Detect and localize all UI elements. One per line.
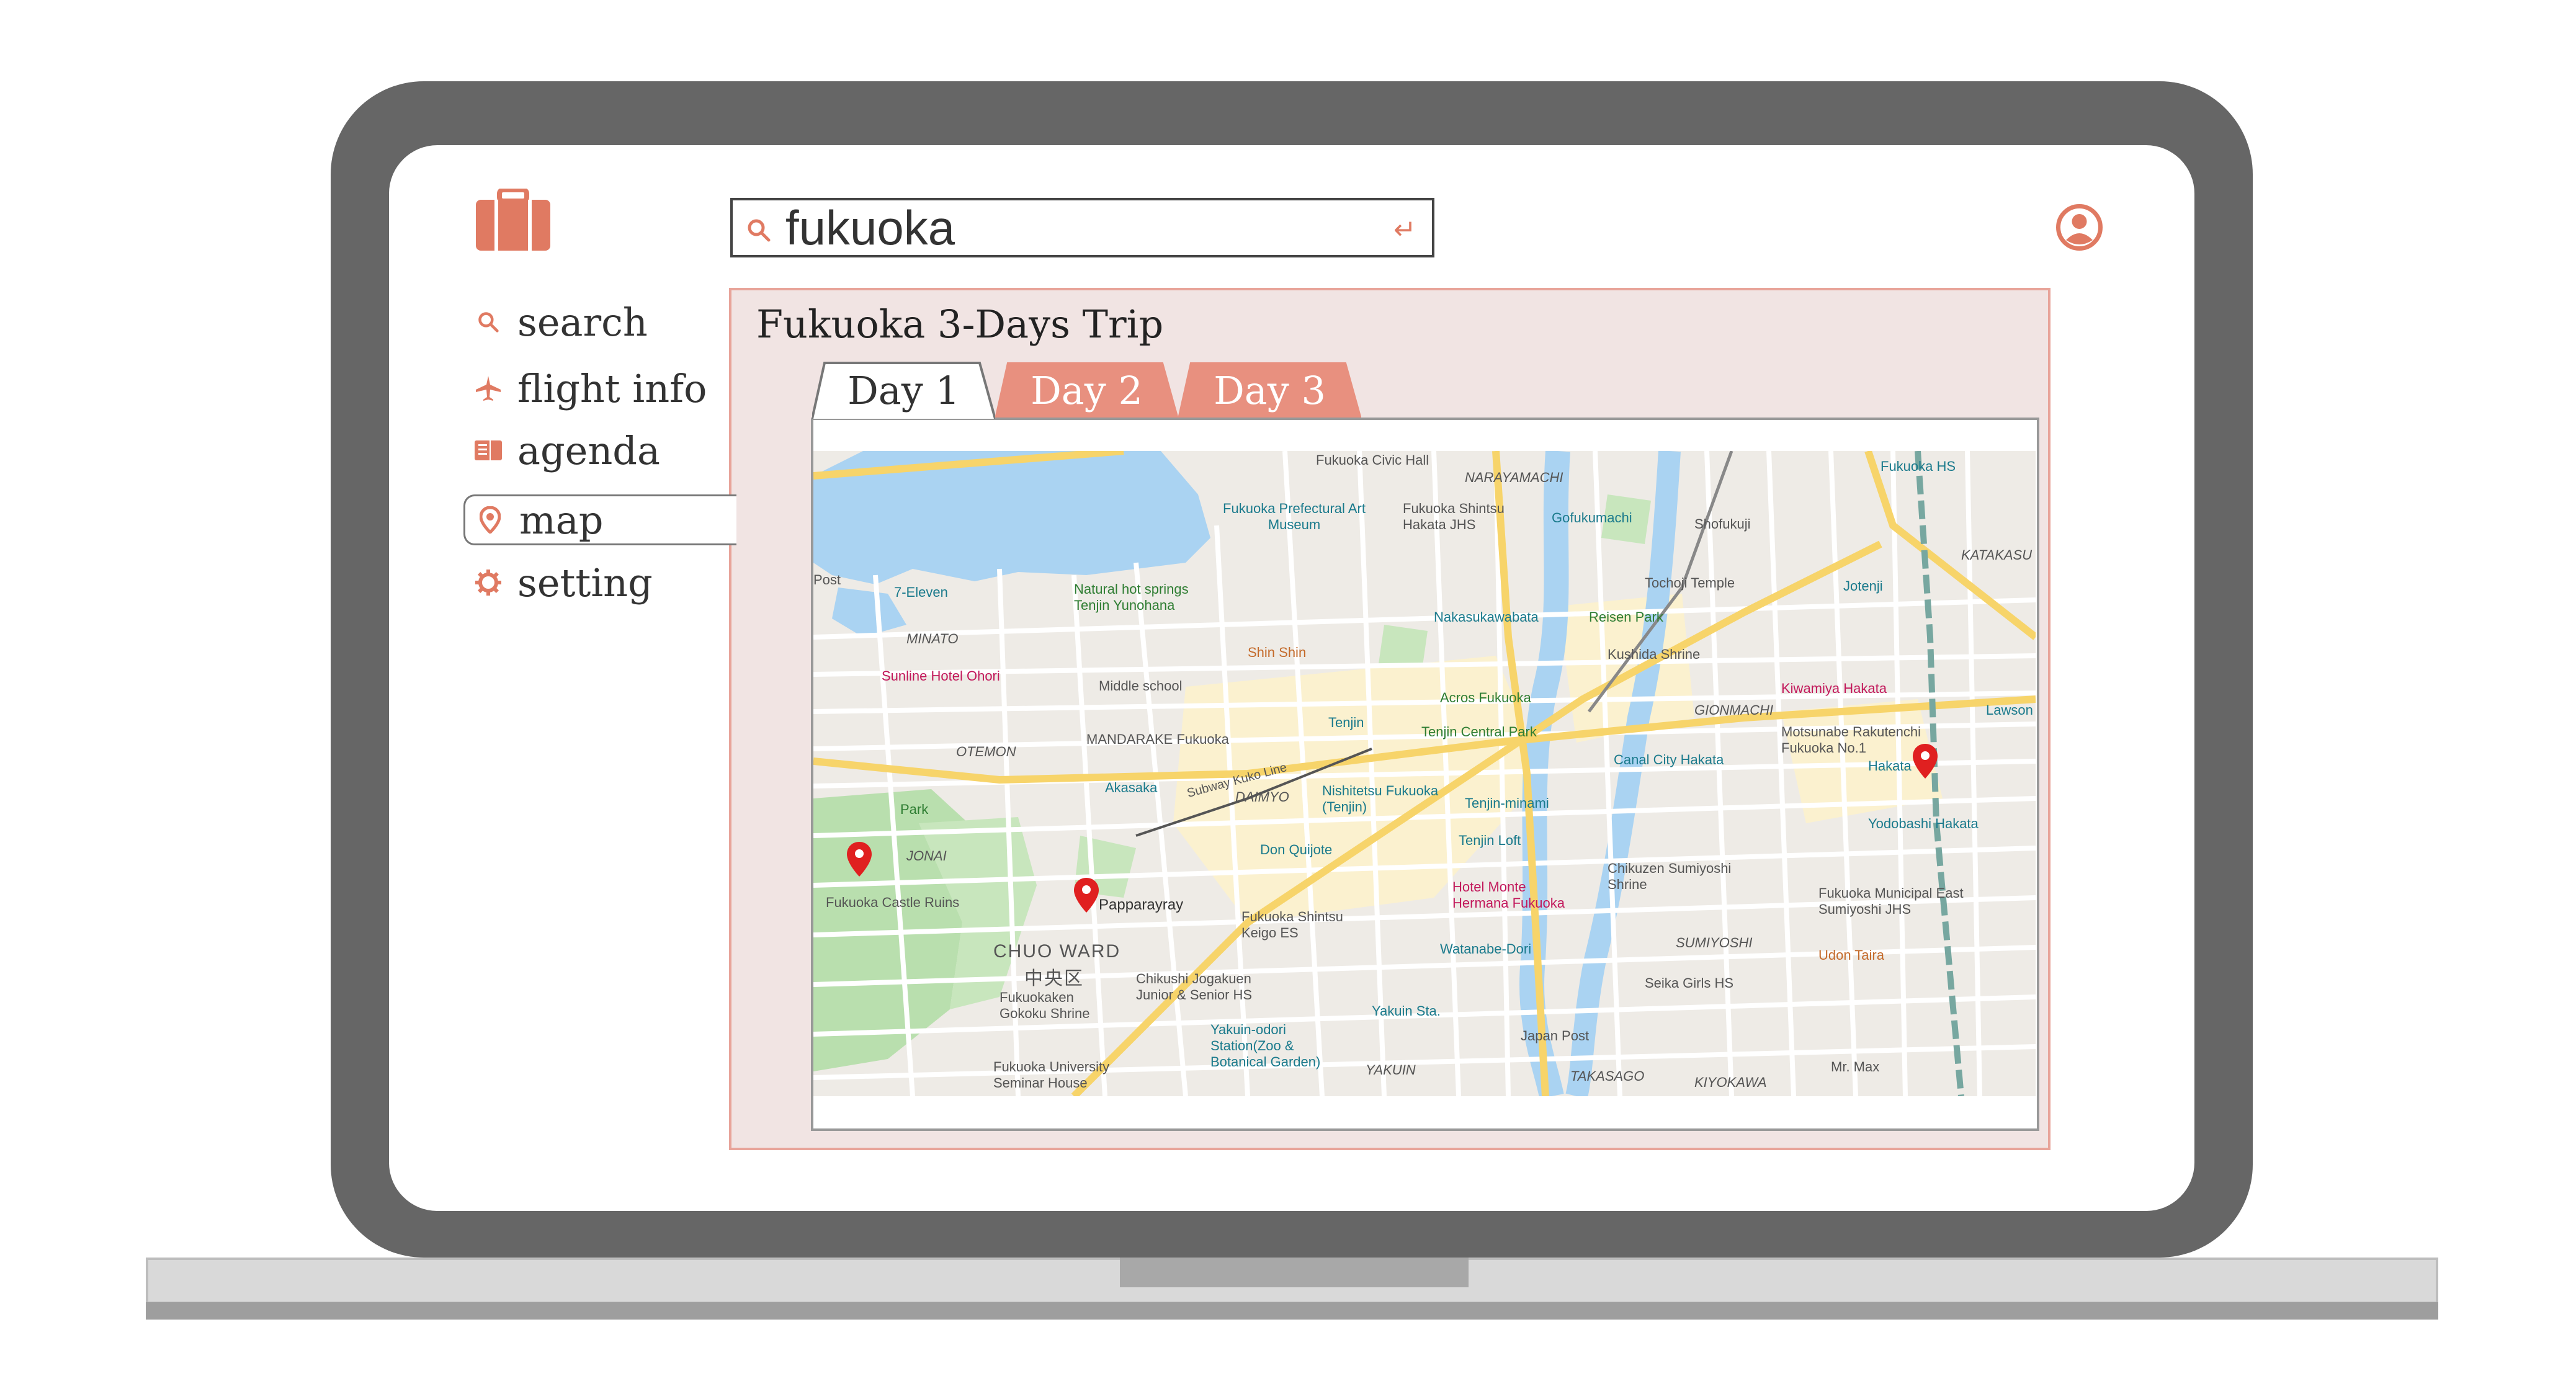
map-label: Fukuoka Prefectural Art Museum [1223,501,1366,532]
app-screen: ↵ search flight info agenda map [389,145,2194,1211]
map-label: Tochoji Temple [1645,575,1735,591]
map-label: NARAYAMACHI [1465,470,1563,485]
user-account-icon[interactable] [2056,204,2103,251]
map-label: Fukuoka Shintsu Keigo ES [1241,909,1343,941]
map-label: CHUO WARD [993,941,1121,962]
map-label: 中央区 [1024,968,1084,989]
tab-label: Day 1 [847,367,960,413]
map-label: YAKUIN [1366,1062,1416,1078]
nav-item-setting[interactable]: setting [463,558,724,607]
tab-label: Day 3 [1214,367,1326,413]
location-pin-icon [475,504,506,535]
map-label: Yakuin-odori Station(Zoo & Botanical Gar… [1210,1022,1321,1070]
map-label: Jotenji [1843,578,1883,594]
nav-item-label: flight info [517,365,707,411]
map-label: Shin Shin [1248,645,1307,660]
map-label: Nakasukawabata [1434,609,1539,625]
map-label: Fukuoka HS [1881,458,1956,474]
map-label: Tenjin Loft [1459,833,1521,848]
nav-item-label: map [519,497,604,543]
nav-item-label: agenda [517,427,660,473]
map-graphic [813,451,2036,1096]
map-label: Mr. Max [1831,1059,1880,1075]
map-label: Yodobashi Hakata [1868,816,1979,831]
map-label: Lawson [1986,702,2033,718]
map-label: Natural hot springs Tenjin Yunohana [1074,581,1189,613]
map-frame: Fukuoka Civic Hall Fukuoka Prefectural A… [811,418,2039,1131]
map-label: Japan Post [1521,1028,1590,1043]
book-icon [473,435,504,466]
map-label: DAIMYO [1235,789,1289,805]
map-label: Reisen Park [1589,609,1663,625]
map-label: JONAI [906,848,947,864]
map-label: Kushida Shrine [1608,646,1701,662]
map-label: Tenjin-minami [1465,795,1549,811]
map-label: MANDARAKE Fukuoka [1086,731,1229,747]
trip-panel: Fukuoka 3-Days Trip Day 1 Day 2 Day 3 Fu… [729,288,2051,1150]
map-label: Don Quijote [1260,842,1333,857]
map-view[interactable]: Fukuoka Civic Hall Fukuoka Prefectural A… [813,451,2036,1096]
tab-label: Day 2 [1031,367,1143,413]
map-label: Tenjin Central Park [1421,724,1537,739]
map-label: Tenjin [1328,715,1364,730]
map-label: Udon Taira [1818,947,1884,963]
map-label: Sunline Hotel Ohori [882,668,1000,684]
map-label: Nishitetsu Fukuoka (Tenjin) [1322,783,1439,815]
airplane-icon [473,373,504,404]
map-pin-icon[interactable] [1073,877,1100,914]
map-label: Seika Girls HS [1645,975,1734,991]
laptop-notch [1120,1258,1469,1287]
map-label: TAKASAGO [1570,1068,1645,1084]
map-label: Chikuzen Sumiyoshi Shrine [1608,860,1732,892]
map-label: Acros Fukuoka [1440,690,1531,705]
map-label: Fukuoka Municipal East Sumiyoshi JHS [1818,885,1964,917]
map-label: MINATO [906,631,959,646]
map-label: Watanabe-Dori [1440,941,1532,957]
tab-day-3[interactable]: Day 3 [1178,362,1361,419]
map-label: Canal City Hakata [1614,752,1724,767]
map-label: Papparayray [1099,896,1184,913]
map-label: SUMIYOSHI [1676,935,1753,950]
map-label: Akasaka [1105,780,1158,795]
map-label: Yakuin Sta. [1372,1003,1441,1019]
trip-title: Fukuoka 3-Days Trip [756,302,1164,347]
laptop-base-edge [146,1302,2438,1320]
map-label: Kiwamiya Hakata [1781,681,1887,696]
map-label: OTEMON [956,744,1016,759]
map-label: KATAKASU [1961,547,2033,563]
nav-item-flight-info[interactable]: flight info [463,364,724,413]
map-label: Hakata [1868,758,1912,774]
map-label: Fukuoka Castle Ruins [826,895,960,910]
search-input[interactable] [785,204,1375,251]
map-label: Shofukuji [1694,516,1751,532]
map-pin-icon[interactable] [846,841,873,878]
tab-day-2[interactable]: Day 2 [995,362,1178,419]
map-label: Park [900,802,929,817]
nav-item-label: search [517,299,648,345]
tab-day-1[interactable]: Day 1 [812,362,995,419]
gear-icon [473,567,504,598]
nav-item-map[interactable]: map [463,494,736,545]
map-label: Fukuoka Shintsu Hakata JHS [1403,501,1505,532]
enter-icon[interactable]: ↵ [1393,214,1416,246]
suitcase-logo-icon [476,187,550,251]
map-label: Hotel Monte Hermana Fukuoka [1452,879,1565,911]
map-pin-icon[interactable] [1912,743,1939,780]
nav-item-search[interactable]: search [463,297,724,347]
map-label: Fukuoka University Seminar House [993,1059,1110,1091]
map-label: Middle school [1099,678,1183,694]
search-icon [748,219,771,242]
search-bar[interactable]: ↵ [730,198,1434,257]
nav-item-label: setting [517,560,653,605]
map-label: Fukuoka Civic Hall [1316,452,1429,468]
map-label: Chikushi Jogakuen Junior & Senior HS [1136,971,1253,1003]
map-label: GIONMACHI [1694,702,1774,718]
map-label: 7-Eleven [894,584,948,600]
search-icon [473,306,504,337]
map-label: Fukuokaken Gokoku Shrine [1000,990,1090,1021]
map-label: Gofukumachi [1552,510,1632,525]
nav-item-agenda[interactable]: agenda [463,426,724,475]
map-label: KIYOKAWA [1694,1075,1767,1090]
map-label: Post [813,572,841,588]
